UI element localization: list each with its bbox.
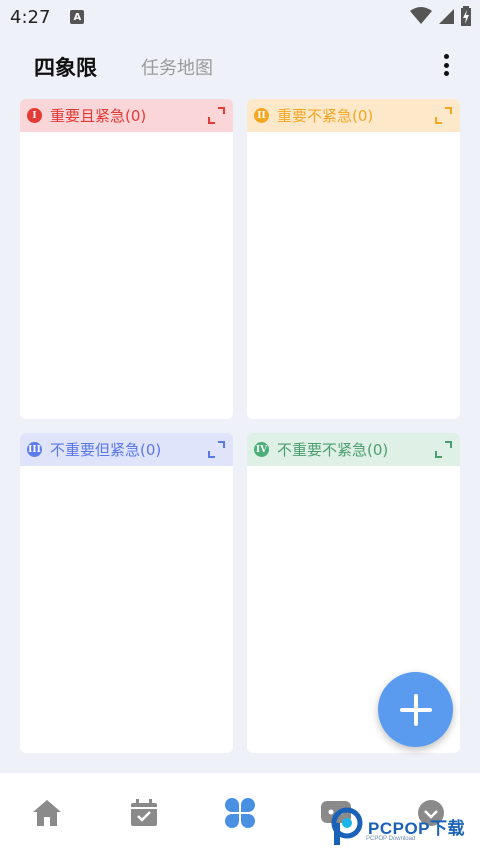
app-header: 四象限 任务地图 xyxy=(0,40,480,92)
quadrant-urgent-important[interactable]: I 重要且紧急(0) xyxy=(20,99,233,419)
quadrant-title: 不重要不紧急(0) xyxy=(277,441,389,459)
status-bar: 4:27 A xyxy=(0,0,480,34)
battery-icon xyxy=(461,6,471,26)
quadrant-urgent-not-important[interactable]: III 不重要但紧急(0) xyxy=(20,433,233,753)
plus-icon xyxy=(399,693,432,726)
tab-quadrant[interactable]: 四象限 xyxy=(34,52,97,82)
nav-home[interactable] xyxy=(31,797,63,829)
expand-icon[interactable] xyxy=(208,107,225,124)
status-icons xyxy=(410,6,472,26)
quadrant-header: II 重要不紧急(0) xyxy=(247,99,460,132)
watermark: PCPOP下载 PCPOP Download xyxy=(330,806,465,846)
nav-calendar[interactable] xyxy=(128,797,160,829)
quadrant-header: IV 不重要不紧急(0) xyxy=(247,433,460,466)
expand-icon[interactable] xyxy=(435,107,452,124)
roman-numeral-badge-icon: II xyxy=(254,108,269,123)
pcpop-logo-icon xyxy=(331,807,363,845)
watermark-subtext: PCPOP Download xyxy=(366,836,416,842)
roman-numeral-badge-icon: I xyxy=(27,108,42,123)
notification-icon: A xyxy=(70,10,85,24)
status-time: 4:27 xyxy=(10,6,51,28)
quadrant-title: 不重要但紧急(0) xyxy=(50,441,162,459)
tab-task-map[interactable]: 任务地图 xyxy=(141,54,213,80)
roman-numeral-badge-icon: III xyxy=(27,442,42,457)
quadrant-important-not-urgent[interactable]: II 重要不紧急(0) xyxy=(247,99,460,419)
quadrant-title: 重要不紧急(0) xyxy=(277,107,374,125)
expand-icon[interactable] xyxy=(208,441,225,458)
quadrant-header: III 不重要但紧急(0) xyxy=(20,433,233,466)
roman-numeral-badge-icon: IV xyxy=(254,442,269,457)
quadrant-title: 重要且紧急(0) xyxy=(50,107,147,125)
watermark-text: PCPOP下载 xyxy=(368,818,466,838)
signal-icon xyxy=(439,9,454,24)
home-icon xyxy=(33,800,61,826)
four-petal-icon xyxy=(225,798,255,828)
calendar-check-icon xyxy=(131,799,157,826)
expand-icon[interactable] xyxy=(435,441,452,458)
quadrant-header: I 重要且紧急(0) xyxy=(20,99,233,132)
nav-quadrant[interactable] xyxy=(224,797,256,829)
wifi-icon xyxy=(410,7,432,24)
more-options-icon[interactable] xyxy=(436,52,456,78)
add-task-button[interactable] xyxy=(378,672,453,747)
